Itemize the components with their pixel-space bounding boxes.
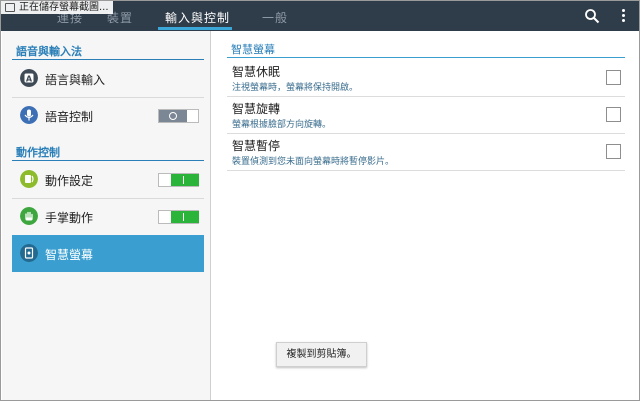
app-window: 連接 裝置 輸入與控制 一般 正在儲存螢幕截圖... 語音與輸入法 A 語言與輸… — [0, 0, 640, 401]
toggle-knob — [171, 174, 199, 186]
screenshot-notification: 正在儲存螢幕截圖... — [1, 1, 113, 14]
sidebar-item-smart-screen[interactable]: 智慧螢幕 — [12, 235, 204, 272]
sidebar-item-label: 語言與輸入 — [45, 73, 106, 87]
sidebar-item-language-input[interactable]: A 語言與輸入 — [12, 60, 204, 97]
settings-sidebar: 語音與輸入法 A 語言與輸入 語音控制 動作控制 動作設定 手掌動作 智慧螢幕 — [2, 31, 211, 400]
option-description: 注視螢幕時，螢幕將保持開啟。 — [232, 83, 359, 93]
tab-general[interactable]: 一般 — [262, 9, 288, 26]
page-title: 智慧螢幕 — [231, 43, 275, 56]
section-title-motion-control: 動作控制 — [16, 146, 60, 159]
motion-icon — [20, 170, 38, 188]
copy-to-clipboard-button[interactable]: 複製到剪貼簿。 — [276, 342, 367, 367]
divider — [227, 170, 625, 171]
sidebar-item-label: 手掌動作 — [45, 211, 94, 225]
keyboard-a-icon: A — [20, 69, 38, 87]
toggle-knob — [159, 110, 187, 122]
option-description: 螢幕根據臉部方向旋轉。 — [232, 120, 332, 130]
voice-control-toggle[interactable] — [158, 109, 199, 123]
sidebar-item-palm-motion[interactable]: 手掌動作 — [12, 198, 204, 235]
notification-text: 正在儲存螢幕截圖... — [19, 2, 109, 13]
smart-rotation-checkbox[interactable] — [606, 107, 621, 122]
toggle-knob — [171, 211, 199, 223]
search-icon[interactable] — [584, 8, 600, 24]
smart-screen-icon — [20, 244, 38, 262]
title-divider — [227, 57, 625, 58]
microphone-icon — [20, 106, 38, 124]
option-smart-rotation[interactable]: 智慧旋轉 螢幕根據臉部方向旋轉。 — [227, 96, 625, 134]
sidebar-item-label: 語音控制 — [45, 110, 94, 124]
smart-pause-checkbox[interactable] — [606, 144, 621, 159]
sidebar-item-motion-settings[interactable]: 動作設定 — [12, 161, 204, 198]
more-vert-icon[interactable] — [619, 8, 627, 24]
palm-motion-toggle[interactable] — [158, 210, 199, 224]
option-smart-pause[interactable]: 智慧暫停 裝置偵測到您未面向螢幕時將暫停影片。 — [227, 133, 625, 171]
motion-settings-toggle[interactable] — [158, 173, 199, 187]
tab-input-control[interactable]: 輸入與控制 — [165, 9, 230, 26]
option-smart-stay[interactable]: 智慧休眠 注視螢幕時，螢幕將保持開啟。 — [227, 59, 625, 97]
smart-stay-checkbox[interactable] — [606, 70, 621, 85]
option-title: 智慧暫停 — [232, 139, 281, 153]
svg-text:A: A — [26, 74, 33, 83]
option-title: 智慧旋轉 — [232, 102, 281, 116]
section-title-voice-input: 語音與輸入法 — [16, 45, 82, 58]
sidebar-item-label: 智慧螢幕 — [45, 248, 94, 262]
sidebar-item-voice-control[interactable]: 語音控制 — [12, 97, 204, 134]
option-title: 智慧休眠 — [232, 65, 281, 79]
screenshot-icon — [5, 3, 15, 12]
sidebar-item-label: 動作設定 — [45, 174, 94, 188]
top-tab-bar: 連接 裝置 輸入與控制 一般 正在儲存螢幕截圖... — [1, 1, 639, 31]
active-tab-indicator — [158, 27, 232, 30]
option-description: 裝置偵測到您未面向螢幕時將暫停影片。 — [232, 157, 395, 167]
palm-icon — [20, 207, 38, 225]
